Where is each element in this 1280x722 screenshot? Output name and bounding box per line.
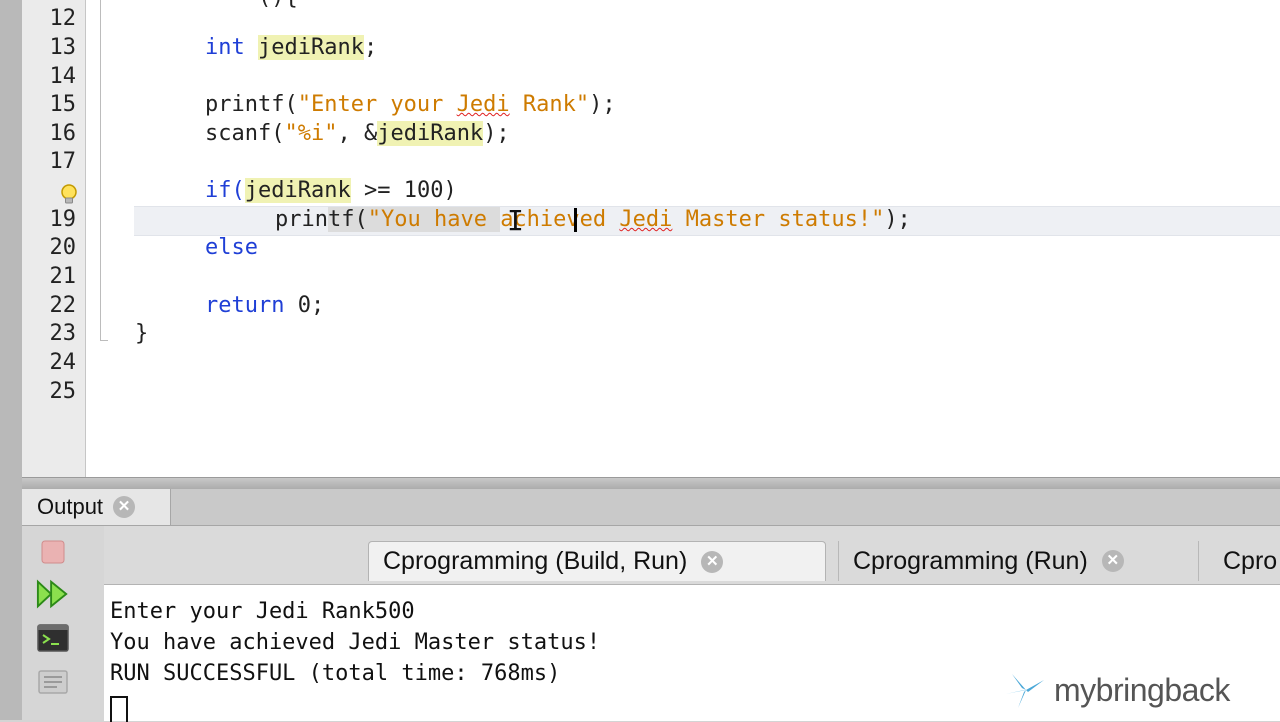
code-token: 0; xyxy=(284,293,325,318)
code-token: ); xyxy=(589,92,616,117)
code-line-15: printf("Enter your Jedi Rank"); xyxy=(205,91,616,119)
code-line-19: printf("You have achieved Jedi Master st… xyxy=(275,206,911,234)
string-literal: "%i" xyxy=(284,121,338,146)
output-tab-bar: Output ✕ xyxy=(22,489,1280,526)
tab-output[interactable]: Output ✕ xyxy=(22,489,171,525)
tab-label: Output xyxy=(37,494,104,519)
string-literal: Master status!" xyxy=(672,207,885,232)
console-line: Enter your Jedi Rank500 xyxy=(110,599,415,624)
function-call: printf( xyxy=(205,92,298,117)
code-line-23: } xyxy=(135,320,148,348)
run-tab-bar: Cprogramming (Build, Run) ✕ Cprogramming… xyxy=(368,541,1280,583)
code-line-13: int jediRank; xyxy=(205,34,377,62)
closing-brace: } xyxy=(135,321,149,346)
watermark-text: mybringback xyxy=(1054,671,1230,708)
code-line-11: (){ xyxy=(258,0,298,12)
code-token: (){ xyxy=(258,0,298,10)
text-caret xyxy=(574,208,577,232)
keyword: if( xyxy=(205,178,245,203)
selected-text: tf( xyxy=(327,207,368,232)
code-token: >= xyxy=(350,178,404,203)
terminal-icon xyxy=(37,624,69,652)
keyword: return xyxy=(205,293,285,318)
string-literal: Rank" xyxy=(509,92,590,117)
code-line-18: if(jediRank >= 100) xyxy=(205,177,457,205)
left-side-panel xyxy=(0,0,23,720)
close-icon[interactable]: ✕ xyxy=(701,550,724,573)
code-token: , & xyxy=(337,121,378,146)
mybringback-logo-icon xyxy=(1006,674,1044,708)
variable-occurrence: jediRank xyxy=(258,35,364,60)
function-call: scanf( xyxy=(205,121,285,146)
tab-label: Cpro xyxy=(1223,546,1278,575)
code-editor[interactable]: 12 13 14 15 16 17 18 19 20 21 22 23 24 2… xyxy=(22,0,1280,477)
code-line-22: return 0; xyxy=(205,292,324,320)
variable-occurrence: jediRank xyxy=(244,178,351,203)
console-line: You have achieved Jedi Master status! xyxy=(110,630,601,655)
code-line-16: scanf("%i", &jediRank); xyxy=(205,120,510,148)
stop-button[interactable] xyxy=(36,536,70,568)
console-line: RUN SUCCESSFUL (total time: 768ms) xyxy=(110,661,561,686)
tab-third[interactable]: Cpro xyxy=(1198,541,1280,581)
close-icon[interactable]: ✕ xyxy=(1101,550,1124,572)
keyword: else xyxy=(205,235,258,260)
console-cursor xyxy=(110,696,128,722)
ibeam-cursor-icon: I xyxy=(507,204,524,237)
function-call: prin xyxy=(275,207,328,232)
code-token: ); xyxy=(483,121,510,146)
stop-icon xyxy=(41,540,65,564)
spelling-flag: Jedi xyxy=(456,92,510,117)
output-toolbar xyxy=(22,526,104,720)
number-literal: 100 xyxy=(403,178,444,203)
keyword: int xyxy=(205,35,245,60)
string-literal: "Enter your xyxy=(297,92,457,117)
code-token: ; xyxy=(363,35,378,60)
tab-label: Cprogramming (Run) xyxy=(853,546,1088,575)
tab-build-run[interactable]: Cprogramming (Build, Run) ✕ xyxy=(368,541,826,581)
io-settings-icon xyxy=(38,670,68,694)
code-token: ) xyxy=(443,178,457,203)
io-settings-button[interactable] xyxy=(36,666,70,698)
code-token: ); xyxy=(884,207,911,232)
spelling-flag: Jedi xyxy=(619,207,673,232)
rerun-icon xyxy=(36,579,68,609)
terminal-button[interactable] xyxy=(36,622,70,654)
rerun-button[interactable] xyxy=(36,578,70,610)
variable-occurrence: jediRank xyxy=(377,121,484,146)
selected-string: "You have xyxy=(367,207,501,232)
tab-label: Cprogramming (Build, Run) xyxy=(383,547,688,575)
close-icon[interactable]: ✕ xyxy=(113,496,136,518)
code-area[interactable]: (){ int jediRank; printf("Enter your Jed… xyxy=(22,0,1280,477)
watermark: mybringback xyxy=(1004,670,1230,710)
code-line-20: else xyxy=(205,234,258,262)
tab-run[interactable]: Cprogramming (Run) ✕ xyxy=(838,541,1178,581)
